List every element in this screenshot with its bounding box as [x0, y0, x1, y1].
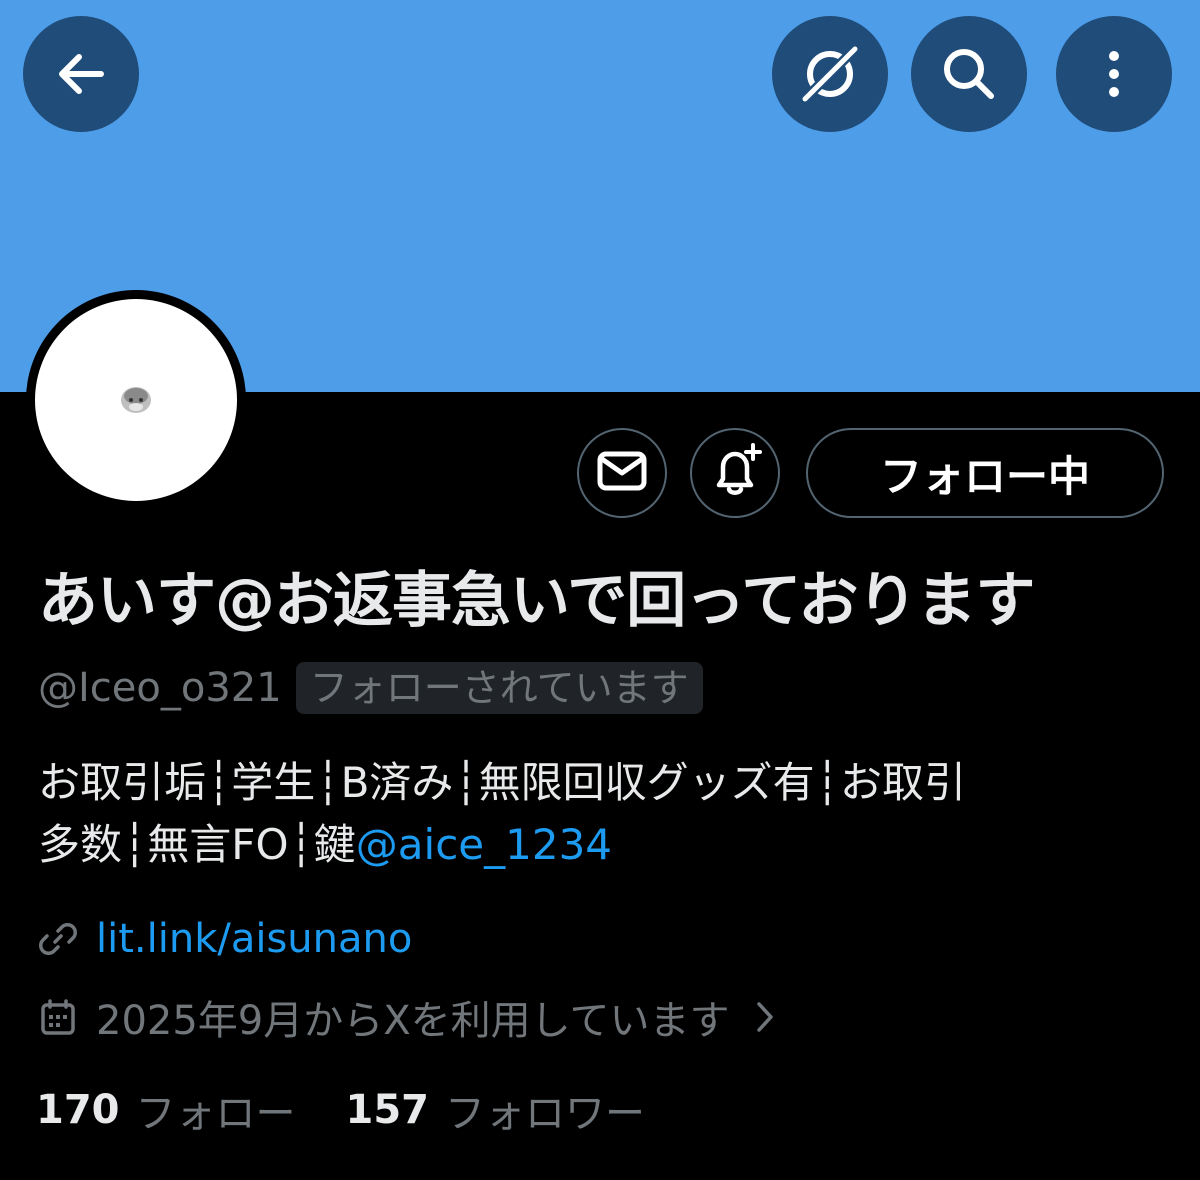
following-label: フォロー	[135, 1091, 296, 1137]
mail-icon	[597, 451, 647, 495]
calendar-icon	[38, 997, 78, 1037]
joined-row[interactable]: 2025年9月からXを利用しています	[38, 990, 775, 1044]
following-button[interactable]: フォロー中	[806, 428, 1164, 518]
message-button[interactable]	[577, 428, 667, 518]
avatar-image	[35, 299, 237, 501]
arrow-left-icon	[53, 46, 109, 102]
back-button[interactable]	[23, 16, 139, 132]
more-options-button[interactable]	[1056, 16, 1172, 132]
search-button[interactable]	[911, 16, 1027, 132]
bio-line-1: お取引垢┆学生┆B済み┆無限回収グッズ有┆お取引	[38, 758, 966, 807]
following-count: 170	[36, 1087, 120, 1133]
followers-count: 157	[345, 1087, 430, 1133]
user-handle: @Iceo_o321	[38, 665, 282, 711]
joined-date: 2025年9月からXを利用しています	[96, 998, 730, 1044]
bio-line-2-text: 多数┆無言FO┆鍵	[38, 820, 356, 869]
follows-you-badge: フォローされています	[295, 662, 703, 714]
bio: お取引垢┆学生┆B済み┆無限回収グッズ有┆お取引 多数┆無言FO┆鍵@aice_…	[38, 752, 1178, 876]
website-row: lit.link/aisunano	[38, 912, 412, 966]
following-stat[interactable]: 170 フォロー	[36, 1081, 296, 1139]
bell-plus-icon	[707, 443, 763, 503]
bio-line-2: 多数┆無言FO┆鍵@aice_1234	[38, 814, 1178, 876]
more-vertical-icon	[1104, 48, 1124, 100]
link-icon	[38, 919, 78, 959]
grok-icon	[797, 41, 863, 107]
handle-row: @Iceo_o321 フォローされています	[38, 662, 703, 714]
search-icon	[939, 44, 999, 104]
followers-label: フォロワー	[445, 1091, 645, 1137]
followers-stat[interactable]: 157 フォロワー	[346, 1081, 646, 1139]
website-link[interactable]: lit.link/aisunano	[96, 916, 412, 962]
bio-mention-link[interactable]: @aice_1234	[356, 820, 612, 869]
avatar[interactable]	[26, 290, 246, 510]
grok-button[interactable]	[772, 16, 888, 132]
notifications-button[interactable]	[690, 428, 780, 518]
profile-page: フォロー中 あいす@お返事急いで回っております @Iceo_o321 フォローさ…	[0, 0, 1200, 1180]
chevron-right-icon	[755, 1000, 775, 1034]
avatar-character-image	[121, 387, 151, 413]
display-name: あいす@お返事急いで回っております	[38, 566, 1035, 636]
follow-stats: 170 フォロー 157 フォロワー	[36, 1082, 695, 1138]
